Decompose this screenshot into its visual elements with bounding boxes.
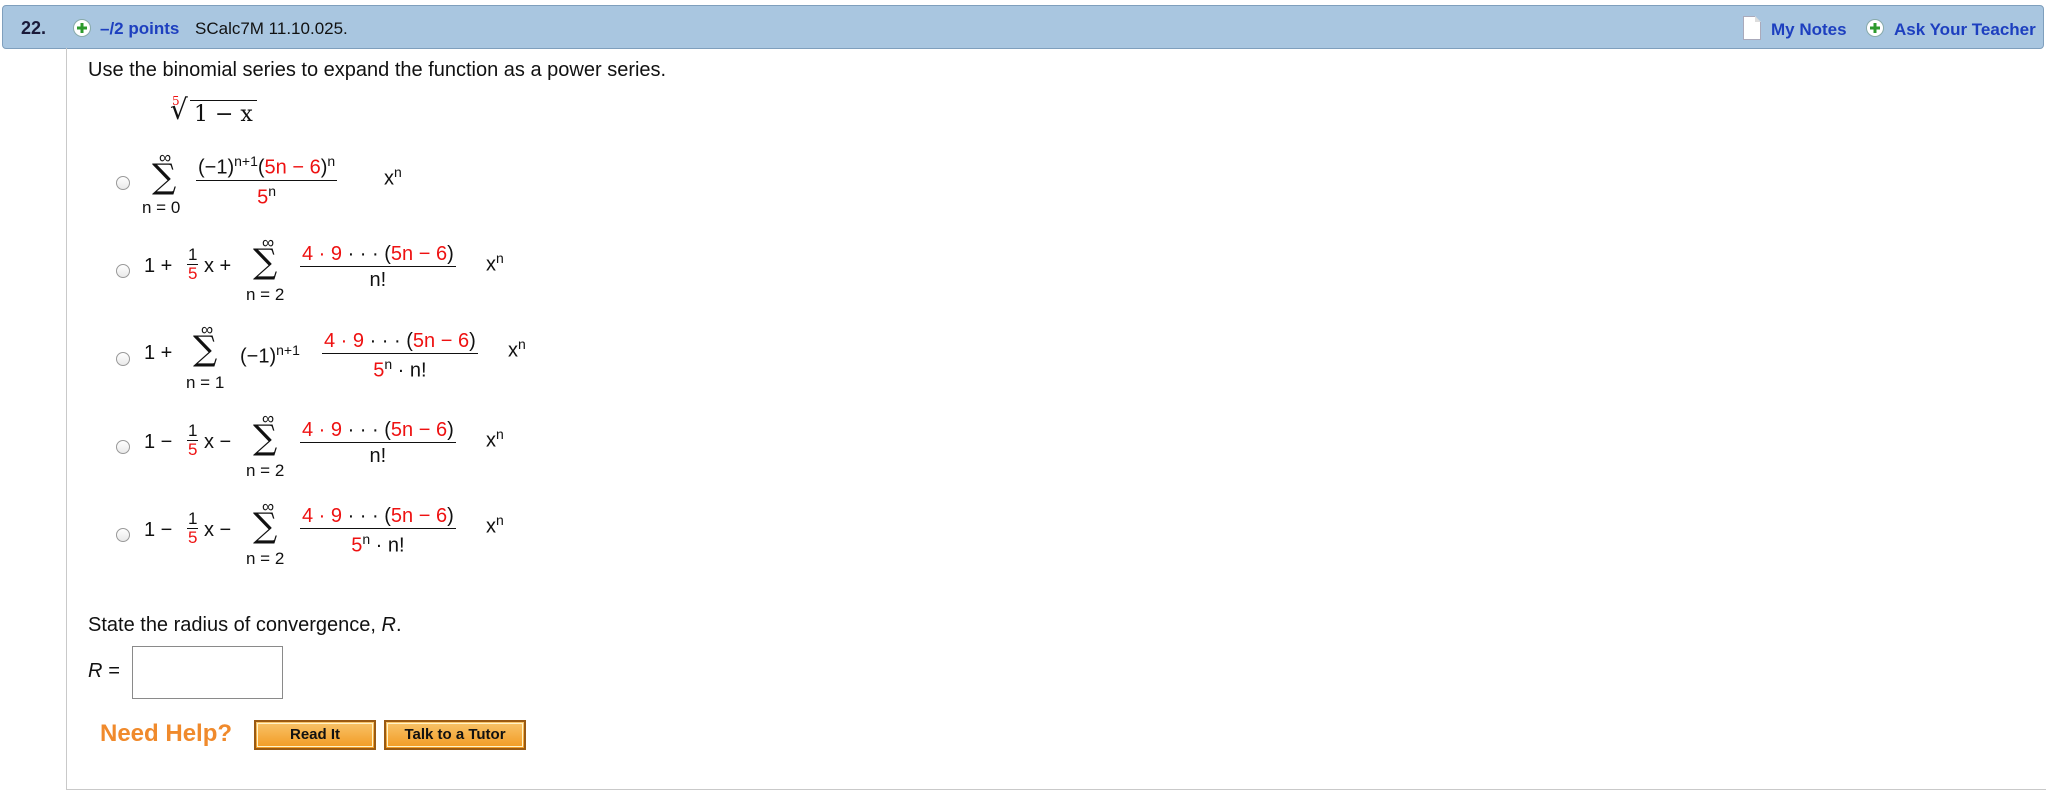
option-2-radio[interactable] <box>116 264 130 278</box>
option-4-after-fraction: x − <box>204 431 232 453</box>
sum-lower-limit: n = 1 <box>186 373 225 392</box>
radicand: 1 − x <box>190 100 257 127</box>
option-1-fraction: (−1)n+1(5n − 6)n 5n <box>196 153 338 209</box>
option-4-radio[interactable] <box>116 440 130 454</box>
option-4-lead: 1 − <box>144 431 173 453</box>
option-5-after-fraction: x − <box>204 519 232 541</box>
sigma-symbol: ∑ <box>152 157 177 197</box>
talk-to-tutor-button[interactable]: Talk to a Tutor <box>384 720 526 750</box>
sum-lower-limit: n = 2 <box>246 549 285 568</box>
question-frame: 22. –/2 points SCalc7M 11.10.025. My Not… <box>0 0 2046 800</box>
sigma-symbol: ∑ <box>193 329 218 369</box>
sigma-symbol: ∑ <box>253 506 278 546</box>
option-5-fraction: 4 · 9 · · · (5n − 6) 5n · n! <box>300 505 456 557</box>
option-3-fraction: 4 · 9 · · · (5n − 6) 5n · n! <box>322 330 478 382</box>
option-3-sign-factor: (−1)n+1 <box>240 342 300 368</box>
option-4-fraction: 4 · 9 · · · (5n − 6) n! <box>300 419 456 467</box>
read-it-button[interactable]: Read It <box>254 720 376 750</box>
power-term: xn <box>508 336 526 362</box>
power-term: xn <box>486 426 504 452</box>
power-term: xn <box>486 250 504 276</box>
option-2-lead: 1 + <box>144 255 173 277</box>
question-header: 22. –/2 points SCalc7M 11.10.025. My Not… <box>2 5 2044 49</box>
option-5-radio[interactable] <box>116 528 130 542</box>
sum-lower-limit: n = 0 <box>142 198 181 217</box>
plus-icon[interactable] <box>1866 19 1884 37</box>
problem-code: SCalc7M 11.10.025. <box>195 19 348 38</box>
option-2-fraction: 4 · 9 · · · (5n − 6) n! <box>300 243 456 291</box>
option-2-after-fraction: x + <box>204 255 232 277</box>
question-number: 22. <box>21 18 47 38</box>
option-5-lead: 1 − <box>144 519 173 541</box>
notes-icon[interactable] <box>1743 16 1761 40</box>
power-term: xn <box>486 512 504 538</box>
sum-lower-limit: n = 2 <box>246 461 285 480</box>
option-2-small-fraction: 1 5 <box>187 245 199 283</box>
power-term: xn <box>384 164 402 190</box>
sigma-symbol: ∑ <box>253 418 278 458</box>
sum-lower-limit: n = 2 <box>246 285 285 304</box>
plus-icon[interactable] <box>73 19 91 37</box>
option-3-radio[interactable] <box>116 352 130 366</box>
radius-label: R = <box>88 660 120 682</box>
sigma-symbol: ∑ <box>253 242 278 282</box>
question-instruction: Use the binomial series to expand the fu… <box>88 59 667 81</box>
radical-sign: √ <box>170 93 188 126</box>
option-3-lead: 1 + <box>144 342 173 364</box>
ask-teacher-link[interactable]: Ask Your Teacher <box>1894 20 2036 40</box>
my-notes-link[interactable]: My Notes <box>1771 20 1847 40</box>
points-label[interactable]: –/2 points <box>100 19 179 39</box>
option-1-radio[interactable] <box>116 176 130 190</box>
need-help-label: Need Help? <box>100 720 233 747</box>
radius-prompt: State the radius of convergence, R. <box>88 614 402 636</box>
radius-input[interactable] <box>132 646 283 699</box>
option-4-small-fraction: 1 5 <box>187 421 199 459</box>
option-5-small-fraction: 1 5 <box>187 509 199 547</box>
